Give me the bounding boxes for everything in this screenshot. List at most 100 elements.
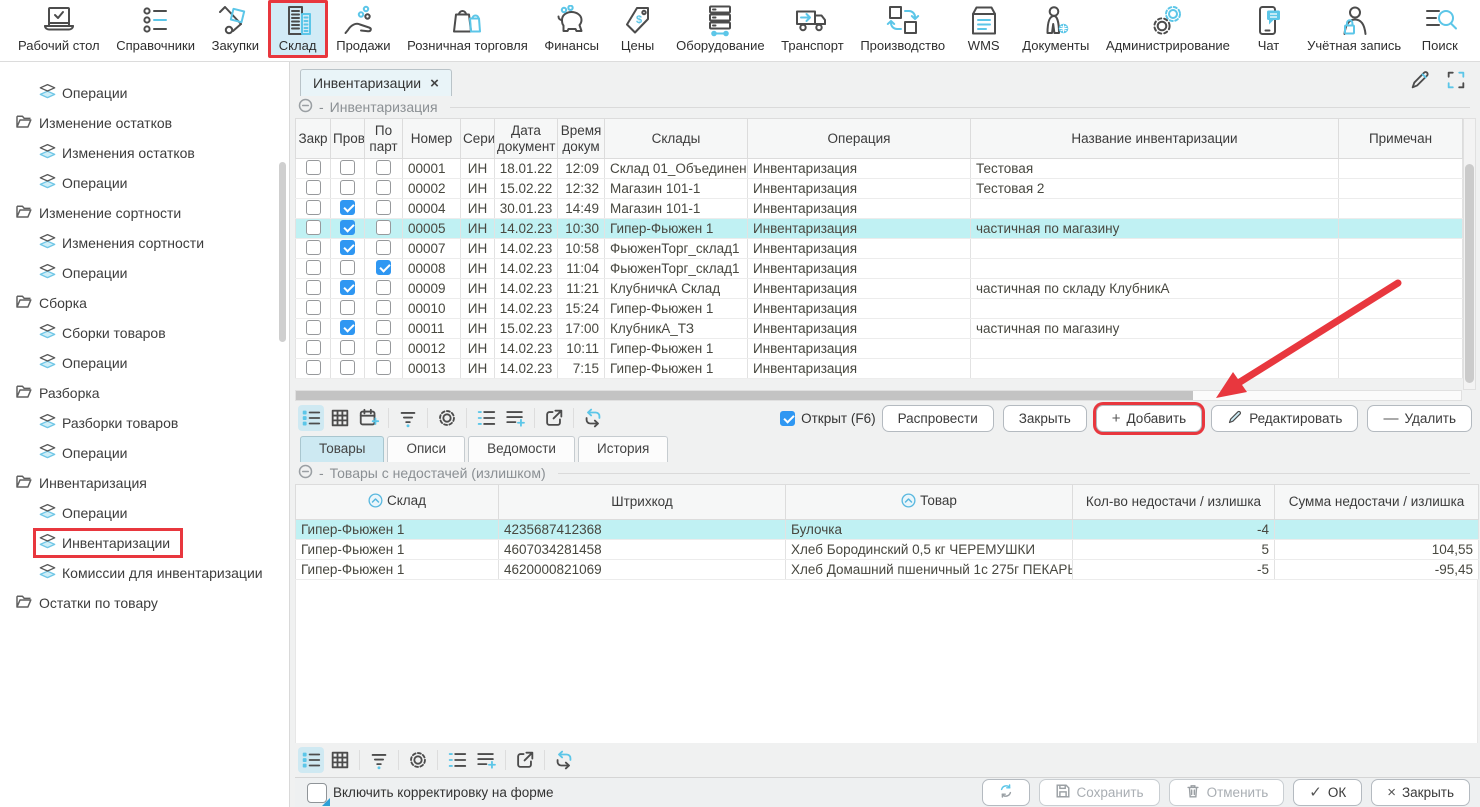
table-row[interactable]: 00001ИН18.01.2212:09Склад 01_Объединения… — [296, 159, 1463, 179]
settings-icon[interactable] — [434, 405, 460, 431]
sidebar-item-operations[interactable]: Операции — [0, 348, 289, 378]
nav-item-production[interactable]: Производство — [852, 0, 953, 58]
nav-item-documents[interactable]: Документы — [1014, 0, 1097, 58]
sidebar-item-operations[interactable]: Операции — [0, 258, 289, 288]
settings-icon[interactable] — [405, 747, 431, 773]
cancel-button[interactable]: Отменить — [1169, 779, 1285, 806]
edit-button[interactable]: Редактировать — [1211, 405, 1358, 432]
closed-checkbox[interactable] — [306, 340, 321, 355]
verified-checkbox[interactable] — [340, 280, 355, 295]
add-to-list-icon[interactable] — [473, 747, 499, 773]
nav-item-equipment[interactable]: Оборудование — [668, 0, 772, 58]
unpost-button[interactable]: Распровести — [882, 405, 994, 432]
refresh-icon[interactable] — [580, 405, 606, 431]
verified-checkbox[interactable] — [340, 200, 355, 215]
verified-checkbox[interactable] — [340, 360, 355, 375]
refresh-button[interactable] — [982, 779, 1030, 806]
by-batch-checkbox[interactable] — [376, 260, 391, 275]
table-row[interactable]: Гипер-Фьюжен 14235687412368Булочка-4 — [296, 520, 1479, 540]
column-header[interactable]: Склады — [605, 119, 748, 159]
column-header[interactable]: Товар — [786, 485, 1073, 520]
column-header[interactable]: Штрихкод — [499, 485, 786, 520]
numbered-list-icon[interactable] — [473, 405, 499, 431]
edit-pencil-icon[interactable] — [1408, 68, 1432, 92]
vertical-scrollbar[interactable] — [1463, 118, 1476, 390]
closed-checkbox[interactable] — [306, 240, 321, 255]
nav-item-warehouse[interactable]: Склад — [268, 0, 328, 58]
nav-item-transport[interactable]: Транспорт — [773, 0, 852, 58]
grid-icon[interactable] — [327, 747, 353, 773]
table-row[interactable]: 00004ИН30.01.2314:49Магазин 101-1Инвента… — [296, 199, 1463, 219]
table-row[interactable]: 00007ИН14.02.2310:58ФьюженТорг_склад1Инв… — [296, 239, 1463, 259]
sidebar-item-stock-by-product[interactable]: Остатки по товару — [0, 588, 289, 618]
sidebar-item-operations[interactable]: Операции — [0, 498, 289, 528]
column-header[interactable]: Пров — [331, 119, 365, 159]
checkbox[interactable] — [780, 411, 795, 426]
by-batch-checkbox[interactable] — [376, 200, 391, 215]
table-row[interactable]: 00012ИН14.02.2310:11Гипер-Фьюжен 1Инвент… — [296, 339, 1463, 359]
closed-checkbox[interactable] — [306, 220, 321, 235]
closed-checkbox[interactable] — [306, 280, 321, 295]
close-button[interactable]: Закрыть — [1003, 405, 1087, 432]
table-row[interactable]: 00010ИН14.02.2315:24Гипер-Фьюжен 1Инвент… — [296, 299, 1463, 319]
verified-checkbox[interactable] — [340, 320, 355, 335]
closed-checkbox[interactable] — [306, 260, 321, 275]
column-header[interactable]: Склад — [296, 485, 499, 520]
nav-item-directories[interactable]: Справочники — [108, 0, 203, 58]
verified-checkbox[interactable] — [340, 340, 355, 355]
closed-checkbox[interactable] — [306, 300, 321, 315]
verified-checkbox[interactable] — [340, 160, 355, 175]
by-batch-checkbox[interactable] — [376, 340, 391, 355]
by-batch-checkbox[interactable] — [376, 180, 391, 195]
numbered-list-icon[interactable] — [444, 747, 470, 773]
verified-checkbox[interactable] — [340, 300, 355, 315]
by-batch-checkbox[interactable] — [376, 160, 391, 175]
by-batch-checkbox[interactable] — [376, 360, 391, 375]
save-button[interactable]: Сохранить — [1039, 779, 1160, 806]
sidebar-item-grade-change-group[interactable]: Изменение сортности — [0, 198, 289, 228]
sidebar-item-inventories[interactable]: Инвентаризации — [0, 528, 289, 558]
sidebar-scrollbar[interactable] — [279, 162, 286, 342]
collapse-icon[interactable] — [298, 98, 313, 116]
open-external-icon[interactable] — [541, 405, 567, 431]
add-button[interactable]: +Добавить — [1096, 405, 1202, 432]
sidebar-item-stock-change-group[interactable]: Изменение остатков — [0, 108, 289, 138]
nav-item-prices[interactable]: $Цены — [608, 0, 668, 58]
closed-checkbox[interactable] — [306, 360, 321, 375]
filter-icon[interactable] — [395, 405, 421, 431]
maximize-icon[interactable] — [1444, 68, 1468, 92]
closed-checkbox[interactable] — [306, 200, 321, 215]
list-view-icon[interactable] — [298, 747, 324, 773]
sidebar-item-assembly-group[interactable]: Сборка — [0, 288, 289, 318]
table-row[interactable]: Гипер-Фьюжен 14607034281458Хлеб Бородинс… — [296, 540, 1479, 560]
sidebar-item-stock-changes[interactable]: Изменения остатков — [0, 138, 289, 168]
sidebar-item-grade-changes[interactable]: Изменения сортности — [0, 228, 289, 258]
nav-item-desktop[interactable]: Рабочий стол — [10, 0, 108, 58]
sidebar-item-disassemblies[interactable]: Разборки товаров — [0, 408, 289, 438]
verified-checkbox[interactable] — [340, 220, 355, 235]
nav-item-account[interactable]: Учётная запись — [1299, 0, 1409, 58]
column-header[interactable]: Закр — [296, 119, 331, 159]
column-header[interactable]: Время докум — [558, 119, 605, 159]
sidebar-item-operations[interactable]: Операции — [0, 438, 289, 468]
verified-checkbox[interactable] — [340, 180, 355, 195]
nav-item-purchases[interactable]: Закупки — [204, 0, 267, 58]
by-batch-checkbox[interactable] — [376, 280, 391, 295]
sidebar-item-assemblies[interactable]: Сборки товаров — [0, 318, 289, 348]
by-batch-checkbox[interactable] — [376, 300, 391, 315]
table-row[interactable]: 00008ИН14.02.2311:04ФьюженТорг_склад1Инв… — [296, 259, 1463, 279]
list-view-icon[interactable] — [298, 405, 324, 431]
column-header[interactable]: Операция — [748, 119, 971, 159]
closed-checkbox[interactable] — [306, 320, 321, 335]
sidebar-item-operations[interactable]: Операции — [0, 168, 289, 198]
column-header[interactable]: Номер — [403, 119, 461, 159]
close-icon[interactable]: × — [430, 76, 439, 91]
column-header[interactable]: Сумма недостачи / излишка — [1275, 485, 1479, 520]
closed-checkbox[interactable] — [306, 180, 321, 195]
calendar-icon[interactable] — [356, 405, 382, 431]
sidebar-item-inventory-commissions[interactable]: Комиссии для инвентаризации — [0, 558, 289, 588]
column-header[interactable]: Дата документ — [495, 119, 558, 159]
filter-icon[interactable] — [366, 747, 392, 773]
tab-inventories-document[interactable]: Инвентаризации × — [300, 69, 452, 96]
nav-item-wms[interactable]: WMS — [954, 0, 1014, 58]
